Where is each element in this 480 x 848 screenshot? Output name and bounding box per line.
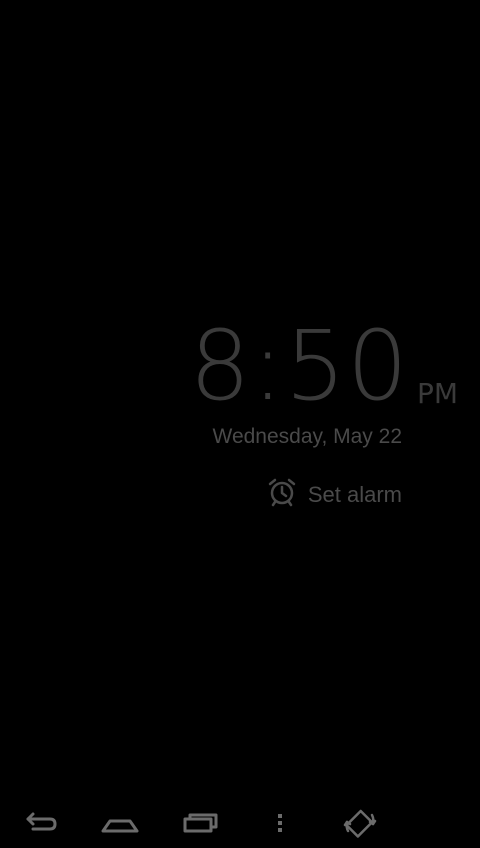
overflow-menu-icon [260,807,300,843]
set-alarm-label: Set alarm [307,482,402,507]
rotate-button[interactable] [334,806,386,844]
navigation-bar [0,800,480,848]
back-button[interactable] [14,806,66,844]
home-button[interactable] [94,806,146,844]
clock-area: 8:50 PM Wednesday, May 22 Set alarm [0,0,480,800]
set-alarm-button[interactable]: Set alarm [266,476,402,514]
recent-apps-button[interactable] [174,806,226,844]
time-row: 8:50 PM [189,318,458,414]
clock-time: 8:50 [189,310,409,422]
desk-clock-screen: 8:50 PM Wednesday, May 22 Set alarm [0,0,480,848]
clock-ampm: PM [416,377,458,410]
menu-button[interactable] [254,806,306,844]
screen-rotation-icon [340,807,380,843]
back-arrow-icon [20,807,60,843]
recent-apps-icon [180,807,220,843]
alarm-clock-icon [266,476,298,514]
clock-date: Wednesday, May 22 [212,425,403,448]
home-icon [100,807,140,843]
